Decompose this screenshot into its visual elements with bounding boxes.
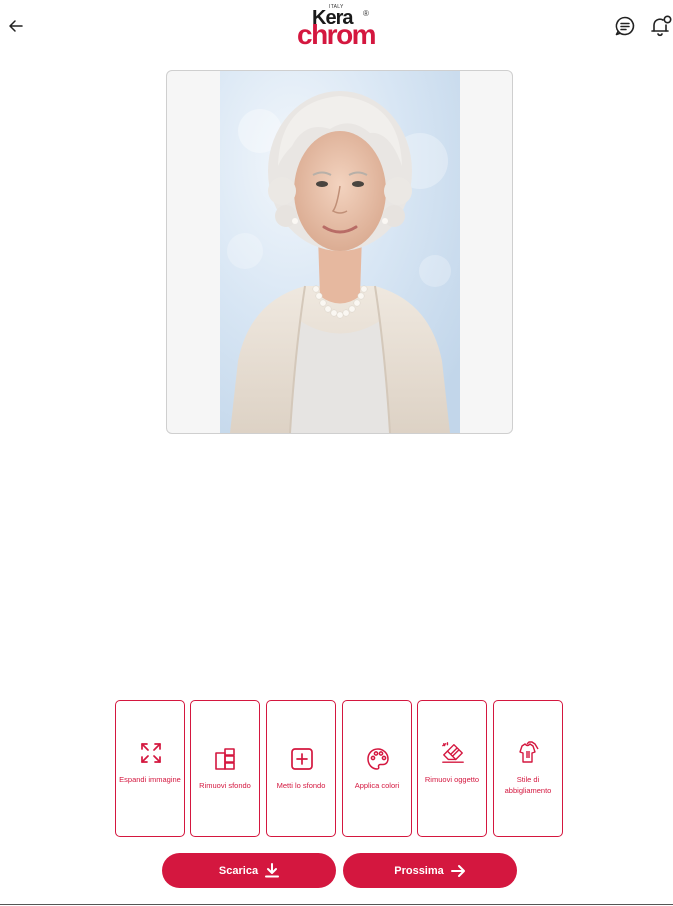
eraser-icon [442,742,464,763]
bell-notification-icon [651,15,672,37]
expand-arrows-icon [141,743,161,763]
back-button[interactable] [6,16,26,36]
portrait-photo [220,71,460,433]
remove-background-icon [215,748,235,770]
next-button[interactable]: Prossima [343,853,517,888]
tool-clothing-style[interactable]: Stile di abbigliamento [493,700,563,837]
add-background-icon [291,748,313,770]
tools-row: Espandi immagine Rimuovi sfondo Metti lo… [115,700,565,837]
download-icon [265,863,280,878]
editor-screen: ITALY Kera ® chrom Espandi immagine Rimu… [0,0,673,906]
download-button[interactable]: Scarica [162,853,336,888]
arrow-right-icon [450,864,465,877]
download-label: Scarica [218,864,259,877]
shirt-style-icon [519,741,539,763]
logo-registered-mark: ® [363,9,369,18]
kerachrom-logo: ITALY Kera ® chrom [297,4,385,50]
chat-lines-icon [615,16,635,36]
image-preview-frame [166,70,513,434]
notifications-button[interactable] [649,14,673,38]
next-label: Prossima [394,864,444,877]
tool-expand-image[interactable]: Espandi immagine [115,700,185,837]
tool-apply-colors[interactable]: Applica colori [342,700,412,837]
tool-label: Applica colori [354,781,400,790]
chat-button[interactable] [614,15,636,37]
bottom-divider [0,904,673,905]
palette-icon [367,748,389,770]
arrow-left-icon [9,20,23,32]
tool-label: Rimuovi sfondo [199,781,251,790]
tool-add-background[interactable]: Metti lo sfondo [266,700,336,837]
tool-remove-object[interactable]: Rimuovi oggetto [417,700,487,837]
tool-label: Metti lo sfondo [276,781,326,790]
tool-remove-background[interactable]: Rimuovi sfondo [190,700,260,837]
tool-label: Stile di abbigliamento [504,775,552,795]
portrait-image [220,71,460,433]
logo-chrom-text: chrom [297,19,377,50]
tool-label: Espandi immagine [119,775,181,784]
tool-label: Rimuovi oggetto [424,775,480,784]
